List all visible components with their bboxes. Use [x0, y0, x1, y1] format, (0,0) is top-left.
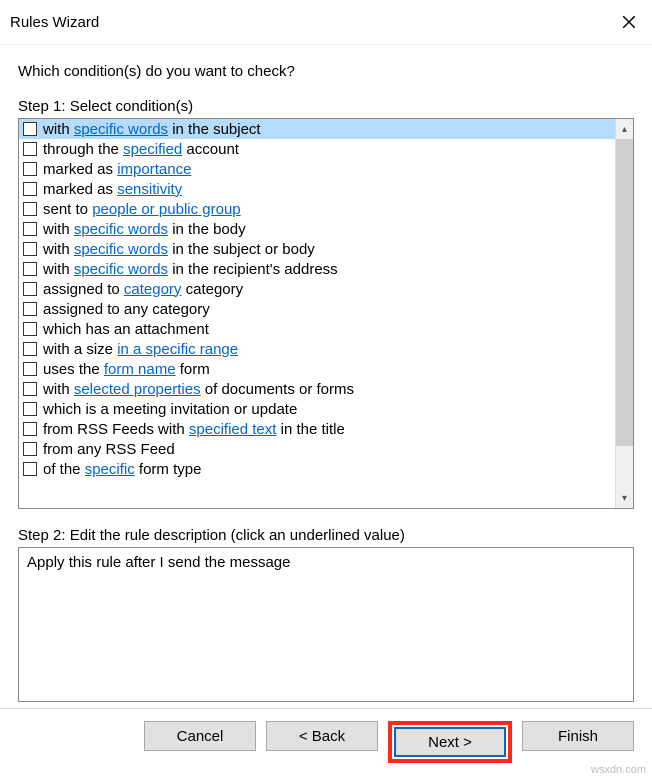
condition-link[interactable]: specific — [85, 461, 135, 478]
conditions-list[interactable]: with specific words in the subject throug… — [19, 119, 615, 508]
close-button[interactable] — [606, 8, 652, 36]
condition-row[interactable]: which is a meeting invitation or update — [19, 399, 615, 419]
condition-row[interactable]: marked as sensitivity — [19, 179, 615, 199]
condition-checkbox[interactable] — [23, 202, 37, 216]
condition-text: assigned to any category — [43, 301, 210, 318]
step2-label: Step 2: Edit the rule description (click… — [18, 527, 634, 544]
condition-checkbox[interactable] — [23, 302, 37, 316]
scroll-thumb[interactable] — [616, 139, 633, 446]
condition-checkbox[interactable] — [23, 462, 37, 476]
condition-row[interactable]: marked as importance — [19, 159, 615, 179]
condition-link[interactable]: form name — [104, 361, 176, 378]
condition-text: uses the form name form — [43, 361, 210, 378]
condition-text: which is a meeting invitation or update — [43, 401, 297, 418]
conditions-listbox: with specific words in the subject throug… — [18, 118, 634, 509]
dialog-buttons: Cancel < Back Next > Finish — [0, 708, 652, 763]
condition-row[interactable]: through the specified account — [19, 139, 615, 159]
condition-row[interactable]: from any RSS Feed — [19, 439, 615, 459]
condition-checkbox[interactable] — [23, 262, 37, 276]
scroll-down-icon[interactable]: ▾ — [616, 488, 633, 508]
condition-text: with a size in a specific range — [43, 341, 238, 358]
condition-text: which has an attachment — [43, 321, 209, 338]
condition-link[interactable]: specific words — [74, 261, 168, 278]
condition-checkbox[interactable] — [23, 442, 37, 456]
condition-link[interactable]: specific words — [74, 221, 168, 238]
scroll-track[interactable] — [616, 139, 633, 488]
back-button[interactable]: < Back — [266, 721, 378, 751]
condition-text: assigned to category category — [43, 281, 243, 298]
cancel-button[interactable]: Cancel — [144, 721, 256, 751]
condition-link[interactable]: people or public group — [92, 201, 240, 218]
condition-text: with specific words in the subject — [43, 121, 261, 138]
condition-row[interactable]: from RSS Feeds with specified text in th… — [19, 419, 615, 439]
condition-text: marked as importance — [43, 161, 191, 178]
close-icon — [623, 16, 635, 28]
condition-text: with selected properties of documents or… — [43, 381, 354, 398]
condition-row[interactable]: assigned to category category — [19, 279, 615, 299]
condition-row[interactable]: with selected properties of documents or… — [19, 379, 615, 399]
titlebar: Rules Wizard — [0, 0, 652, 45]
condition-link[interactable]: in a specific range — [117, 341, 238, 358]
condition-text: from any RSS Feed — [43, 441, 175, 458]
condition-link[interactable]: specified — [123, 141, 182, 158]
rule-description-box[interactable]: Apply this rule after I send the message — [18, 547, 634, 702]
condition-row[interactable]: which has an attachment — [19, 319, 615, 339]
condition-text: through the specified account — [43, 141, 239, 158]
condition-link[interactable]: specified text — [189, 421, 277, 438]
condition-row[interactable]: sent to people or public group — [19, 199, 615, 219]
condition-link[interactable]: specific words — [74, 241, 168, 258]
prompt-text: Which condition(s) do you want to check? — [18, 63, 634, 80]
condition-row[interactable]: uses the form name form — [19, 359, 615, 379]
condition-row[interactable]: with specific words in the body — [19, 219, 615, 239]
condition-text: with specific words in the body — [43, 221, 246, 238]
condition-row[interactable]: with specific words in the subject — [19, 119, 615, 139]
condition-row[interactable]: of the specific form type — [19, 459, 615, 479]
condition-checkbox[interactable] — [23, 322, 37, 336]
condition-link[interactable]: category — [124, 281, 182, 298]
scrollbar[interactable]: ▴ ▾ — [615, 119, 633, 508]
condition-checkbox[interactable] — [23, 282, 37, 296]
condition-row[interactable]: assigned to any category — [19, 299, 615, 319]
condition-link[interactable]: importance — [117, 161, 191, 178]
condition-checkbox[interactable] — [23, 182, 37, 196]
watermark: wsxdn.com — [591, 764, 646, 776]
condition-text: from RSS Feeds with specified text in th… — [43, 421, 345, 438]
condition-row[interactable]: with a size in a specific range — [19, 339, 615, 359]
condition-text: marked as sensitivity — [43, 181, 182, 198]
condition-link[interactable]: selected properties — [74, 381, 201, 398]
condition-checkbox[interactable] — [23, 402, 37, 416]
condition-checkbox[interactable] — [23, 342, 37, 356]
condition-checkbox[interactable] — [23, 142, 37, 156]
finish-button[interactable]: Finish — [522, 721, 634, 751]
rule-description-text: Apply this rule after I send the message — [27, 554, 290, 571]
condition-checkbox[interactable] — [23, 122, 37, 136]
condition-checkbox[interactable] — [23, 362, 37, 376]
condition-checkbox[interactable] — [23, 242, 37, 256]
condition-checkbox[interactable] — [23, 162, 37, 176]
condition-link[interactable]: sensitivity — [117, 181, 182, 198]
step1-label: Step 1: Select condition(s) — [18, 98, 634, 115]
condition-text: sent to people or public group — [43, 201, 241, 218]
condition-text: with specific words in the subject or bo… — [43, 241, 315, 258]
scroll-up-icon[interactable]: ▴ — [616, 119, 633, 139]
condition-link[interactable]: specific words — [74, 121, 168, 138]
condition-checkbox[interactable] — [23, 222, 37, 236]
condition-checkbox[interactable] — [23, 382, 37, 396]
next-button-highlight: Next > — [388, 721, 512, 763]
condition-checkbox[interactable] — [23, 422, 37, 436]
condition-text: of the specific form type — [43, 461, 201, 478]
condition-row[interactable]: with specific words in the recipient's a… — [19, 259, 615, 279]
condition-row[interactable]: with specific words in the subject or bo… — [19, 239, 615, 259]
next-button[interactable]: Next > — [394, 727, 506, 757]
condition-text: with specific words in the recipient's a… — [43, 261, 338, 278]
window-title: Rules Wizard — [10, 14, 99, 31]
